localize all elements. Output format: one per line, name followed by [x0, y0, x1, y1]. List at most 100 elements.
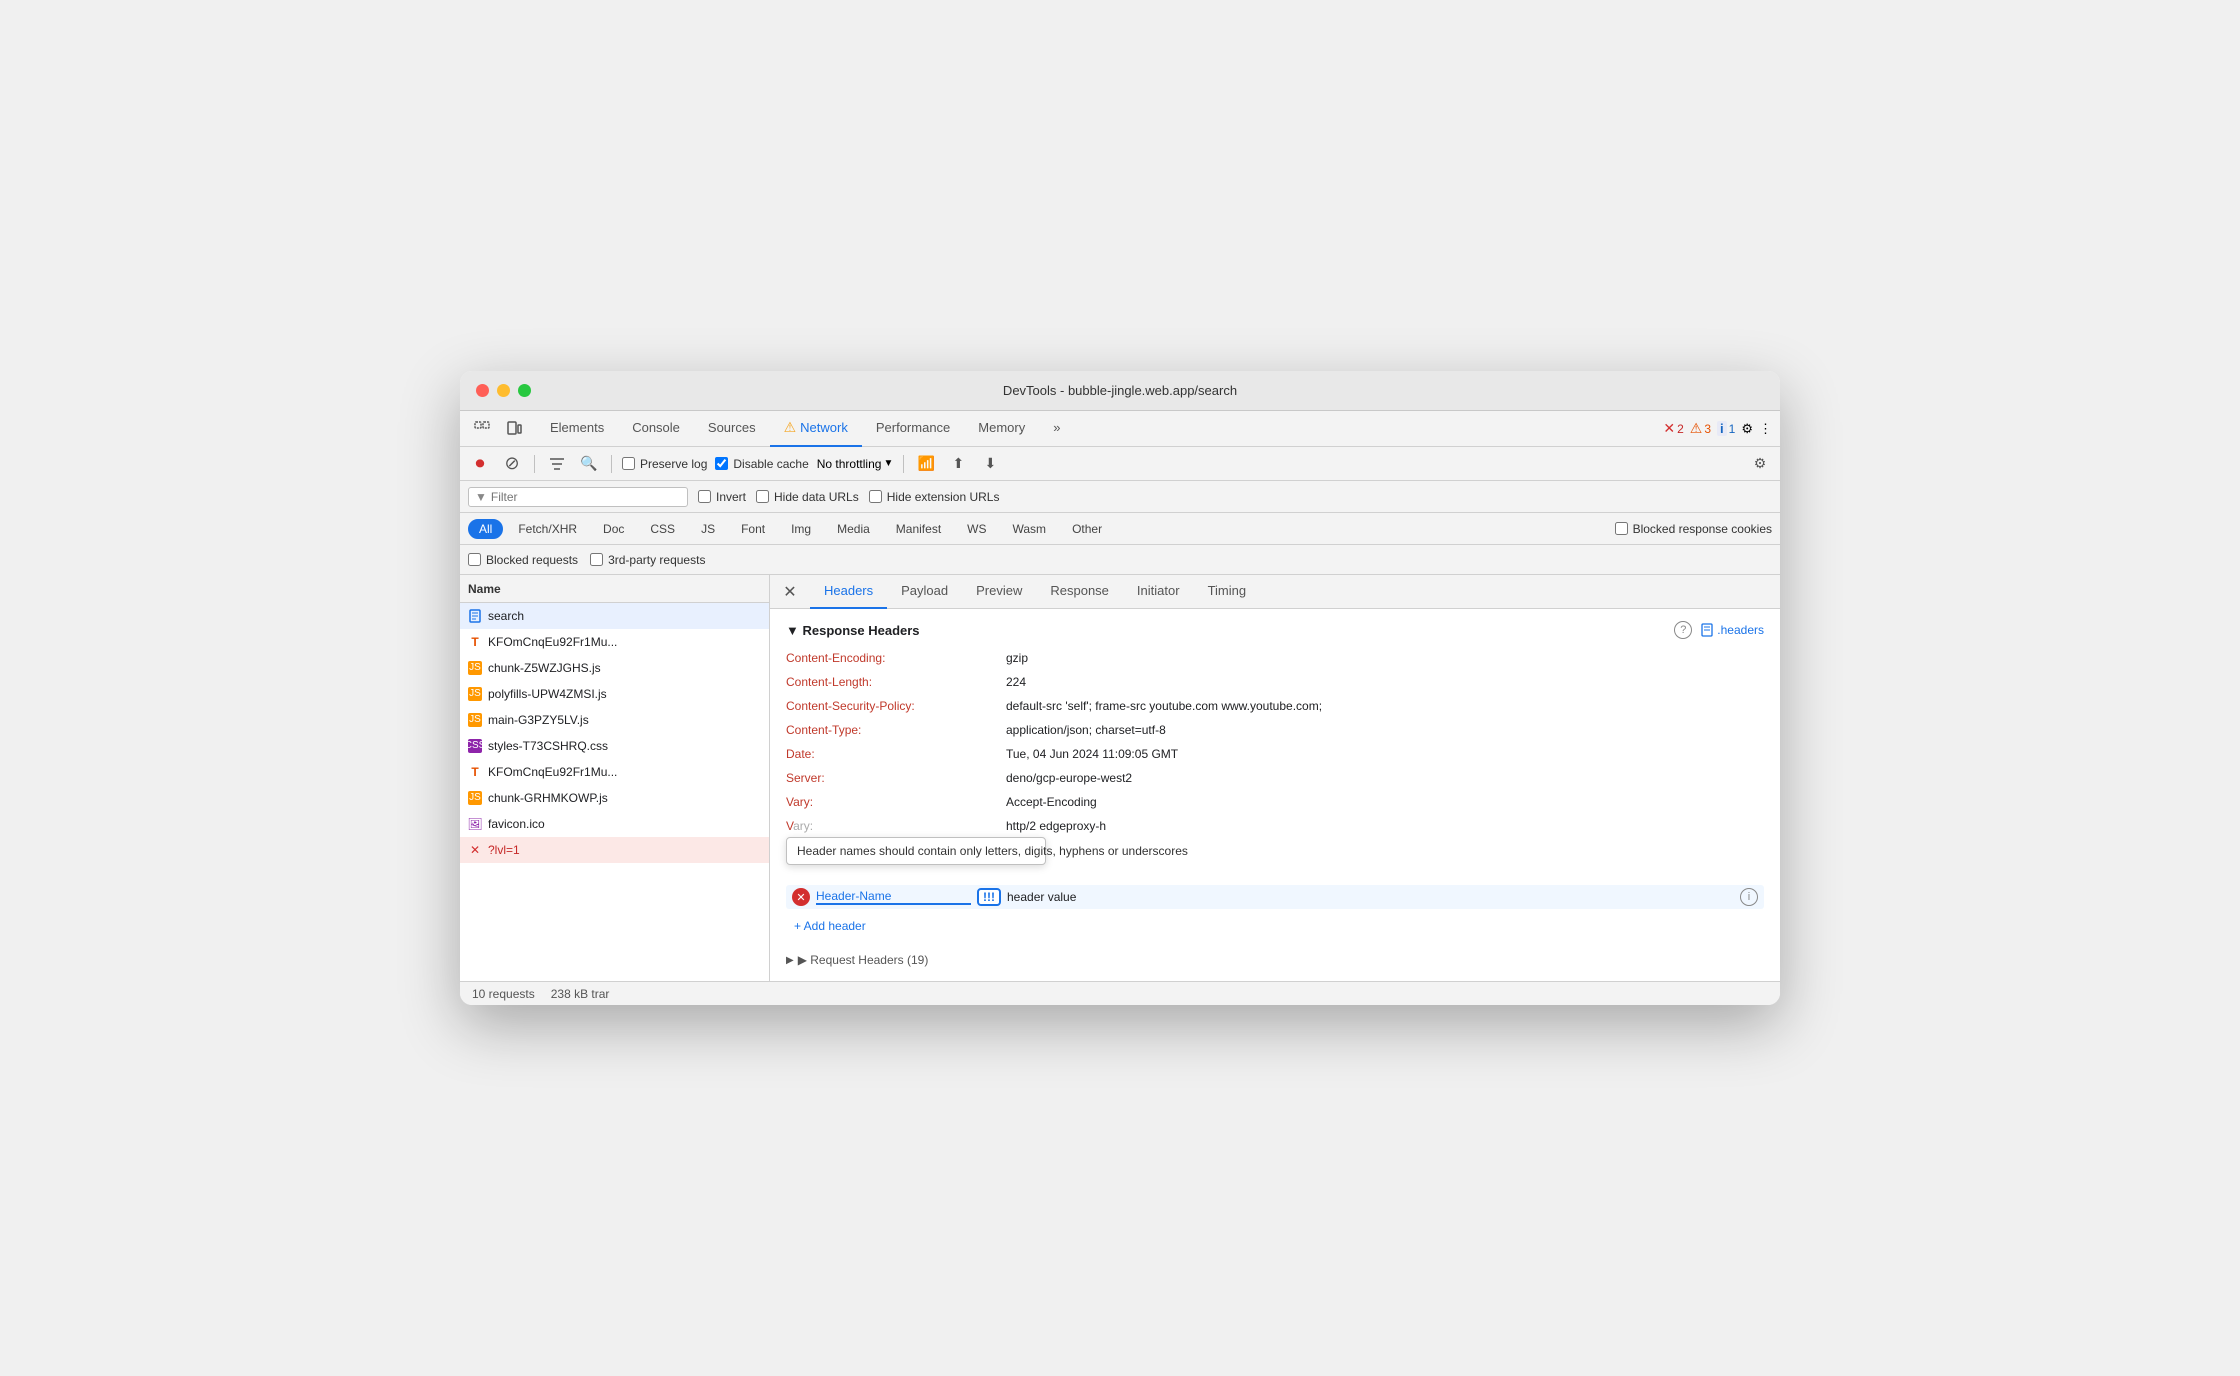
device-toolbar-icon[interactable] [500, 415, 528, 443]
file-list-items: search T KFOmCnqEu92Fr1Mu... JS chunk-Z5… [460, 603, 769, 981]
type-btn-ws[interactable]: WS [956, 519, 997, 539]
js-icon: JS [468, 661, 482, 675]
request-headers-title[interactable]: ▶ ▶ Request Headers (19) [786, 953, 1764, 967]
file-item-search[interactable]: search [460, 603, 769, 629]
titlebar: DevTools - bubble-jingle.web.app/search [460, 371, 1780, 411]
select-element-icon[interactable] [468, 415, 496, 443]
type-btn-font[interactable]: Font [730, 519, 776, 539]
tab-network[interactable]: ⚠ Network [770, 411, 862, 447]
header-content-encoding: Content-Encoding: gzip [786, 649, 1764, 667]
header-csp: Content-Security-Policy: default-src 'se… [786, 697, 1764, 715]
delete-custom-header-button[interactable]: ✕ [792, 888, 810, 906]
export-icon[interactable]: ⬇ [978, 452, 1002, 476]
file-item-favicon[interactable]: 🖼 favicon.ico [460, 811, 769, 837]
search-icon[interactable]: 🔍 [577, 452, 601, 476]
headers-file-link[interactable]: .headers [1700, 623, 1764, 637]
response-headers-title[interactable]: ▼ Response Headers [786, 623, 920, 638]
file-item-error[interactable]: ✕ ?lvl=1 [460, 837, 769, 863]
tab-response[interactable]: Response [1036, 575, 1123, 609]
clear-button[interactable]: ⊘ [500, 452, 524, 476]
type-btn-doc[interactable]: Doc [592, 519, 635, 539]
tab-timing[interactable]: Timing [1194, 575, 1261, 609]
file-item-main[interactable]: JS main-G3PZY5LV.js [460, 707, 769, 733]
header-server: Server: deno/gcp-europe-west2 [786, 769, 1764, 787]
fullscreen-button[interactable] [518, 384, 531, 397]
request-headers-section: ▶ ▶ Request Headers (19) [786, 953, 1764, 967]
filter-input[interactable] [491, 490, 681, 504]
tab-console[interactable]: Console [618, 411, 694, 447]
type-btn-media[interactable]: Media [826, 519, 881, 539]
throttle-select[interactable]: No throttling ▼ [817, 457, 894, 471]
js-icon-3: JS [468, 713, 482, 727]
error-icon: ✕ [468, 843, 482, 857]
blocked-cookies-checkbox[interactable]: Blocked response cookies [1615, 522, 1772, 536]
js-icon-4: JS [468, 791, 482, 805]
more-options-icon[interactable]: ⋮ [1759, 421, 1772, 437]
preserve-log-checkbox[interactable]: Preserve log [622, 457, 707, 471]
close-detail-button[interactable]: ✕ [778, 580, 802, 604]
file-item-font2[interactable]: T KFOmCnqEu92Fr1Mu... [460, 759, 769, 785]
tab-elements[interactable]: Elements [536, 411, 618, 447]
file-item-chunk1[interactable]: JS chunk-Z5WZJGHS.js [460, 655, 769, 681]
main-content: Name search [460, 575, 1780, 981]
window-title: DevTools - bubble-jingle.web.app/search [1003, 383, 1237, 398]
help-icon[interactable]: ? [1674, 621, 1692, 639]
blocked-requests-checkbox[interactable]: Blocked requests [468, 553, 578, 567]
third-party-requests-checkbox[interactable]: 3rd-party requests [590, 553, 705, 567]
disable-cache-checkbox[interactable]: Disable cache [715, 457, 808, 471]
file-list-panel: Name search [460, 575, 770, 981]
network-warn-icon: ⚠ [784, 419, 797, 436]
custom-header-info-icon[interactable]: i [1740, 888, 1758, 906]
invert-checkbox[interactable]: Invert [698, 490, 746, 504]
file-item-font1[interactable]: T KFOmCnqEu92Fr1Mu... [460, 629, 769, 655]
file-item-polyfills[interactable]: JS polyfills-UPW4ZMSI.js [460, 681, 769, 707]
custom-header-row: ✕ !!! i [786, 885, 1764, 909]
add-header-button[interactable]: + Add header [786, 915, 874, 937]
detail-tabs: ✕ Headers Payload Preview Response [770, 575, 1780, 609]
tab-bar-actions: ✕ 2 ⚠ 3 i 1 ⚙ ⋮ [1663, 420, 1772, 437]
filter-funnel-icon: ▼ [475, 490, 487, 504]
type-btn-wasm[interactable]: Wasm [1002, 519, 1058, 539]
file-item-styles[interactable]: CSS styles-T73CSHRQ.css [460, 733, 769, 759]
custom-header-value-input[interactable] [1007, 890, 1734, 904]
hide-data-urls-checkbox[interactable]: Hide data URLs [756, 490, 859, 504]
tab-payload[interactable]: Payload [887, 575, 962, 609]
info-count-badge: i 1 [1717, 421, 1735, 436]
tab-initiator[interactable]: Initiator [1123, 575, 1194, 609]
type-btn-css[interactable]: CSS [639, 519, 686, 539]
tab-headers[interactable]: Headers [810, 575, 887, 609]
img-icon: 🖼 [468, 817, 482, 831]
record-button[interactable]: ⏺ [468, 452, 492, 476]
traffic-lights [476, 384, 531, 397]
filter-icon[interactable] [545, 452, 569, 476]
tab-performance[interactable]: Performance [862, 411, 964, 447]
tab-preview[interactable]: Preview [962, 575, 1036, 609]
tab-more[interactable]: » [1039, 411, 1074, 447]
tab-memory[interactable]: Memory [964, 411, 1039, 447]
type-btn-fetch[interactable]: Fetch/XHR [507, 519, 588, 539]
devtools-icons [468, 415, 528, 443]
settings-icon[interactable]: ⚙ [1741, 421, 1753, 437]
filter-input-wrap[interactable]: ▼ [468, 487, 688, 507]
type-btn-js[interactable]: JS [690, 519, 726, 539]
custom-header-name-input[interactable] [816, 889, 971, 905]
minimize-button[interactable] [497, 384, 510, 397]
hide-ext-urls-checkbox[interactable]: Hide extension URLs [869, 490, 1000, 504]
type-btn-all[interactable]: All [468, 519, 503, 539]
header-vary-second: Vary: http/2 edgeproxy-h [786, 817, 1764, 835]
extra-filter-bar: Blocked requests 3rd-party requests [460, 545, 1780, 575]
network-settings-icon[interactable]: ⚙ [1748, 452, 1772, 476]
tooltip-box: Header names should contain only letters… [786, 837, 1046, 865]
wifi-icon[interactable]: 📶 [914, 452, 938, 476]
font-icon-2: T [468, 765, 482, 779]
type-btn-manifest[interactable]: Manifest [885, 519, 952, 539]
type-btn-img[interactable]: Img [780, 519, 822, 539]
file-item-chunk2[interactable]: JS chunk-GRHMKOWP.js [460, 785, 769, 811]
tab-sources[interactable]: Sources [694, 411, 770, 447]
header-content-type: Content-Type: application/json; charset=… [786, 721, 1764, 739]
toolbar-separator-2 [611, 455, 612, 473]
close-button[interactable] [476, 384, 489, 397]
import-icon[interactable]: ⬆ [946, 452, 970, 476]
type-btn-other[interactable]: Other [1061, 519, 1113, 539]
filter-bar: ▼ Invert Hide data URLs Hide extension U… [460, 481, 1780, 513]
